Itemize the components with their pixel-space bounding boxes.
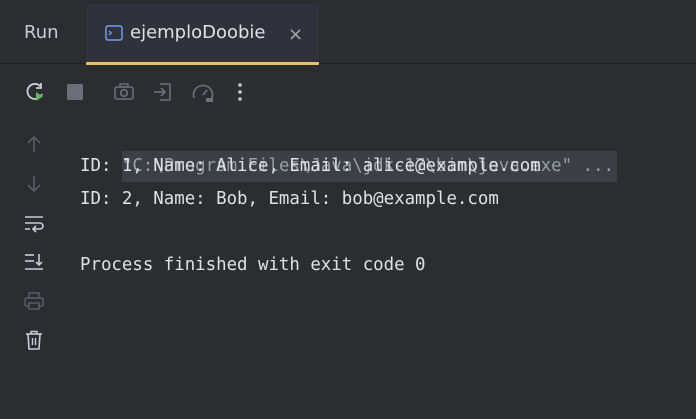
console-output[interactable]: "C:\Program Files\Java\jdk-17\bin\java.e… <box>80 117 680 282</box>
run-tool-window-header: Run ejemploDoobie × <box>0 0 696 65</box>
camera-icon[interactable] <box>111 79 137 105</box>
exit-icon[interactable] <box>150 79 176 105</box>
arrow-up-icon[interactable] <box>21 131 47 157</box>
soft-wrap-icon[interactable] <box>21 210 47 236</box>
active-tab-indicator <box>86 62 319 65</box>
console-side-toolbar <box>0 65 70 419</box>
tab-label: ejemploDoobie <box>130 22 266 43</box>
speedometer-icon[interactable] <box>190 79 216 105</box>
scroll-to-end-icon[interactable] <box>21 248 47 274</box>
process-exit-message: Process finished with exit code 0 <box>80 255 426 275</box>
command-line: "C:\Program Files\Java\jdk-17\bin\java.e… <box>80 117 680 182</box>
run-panel-title: Run <box>24 22 59 43</box>
console-window-icon <box>105 25 123 41</box>
close-tab-icon[interactable]: × <box>288 24 303 45</box>
print-icon[interactable] <box>21 288 47 314</box>
more-icon[interactable] <box>227 79 253 105</box>
console-line: ID: 2, Name: Bob, Email: bob@example.com <box>80 189 499 209</box>
trash-icon[interactable] <box>21 327 47 353</box>
tab-ejemplo-doobie[interactable]: ejemploDoobie × <box>86 4 319 65</box>
arrow-down-icon[interactable] <box>21 171 47 197</box>
